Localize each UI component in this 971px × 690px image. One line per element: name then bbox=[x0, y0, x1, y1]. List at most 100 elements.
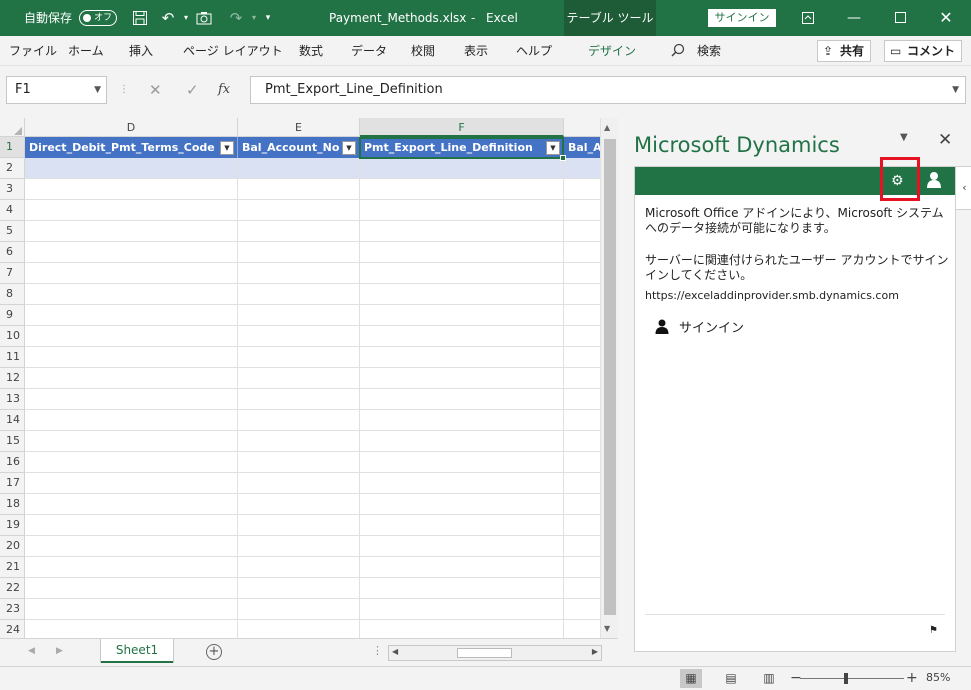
row-header[interactable]: 2 bbox=[0, 158, 25, 179]
tab-page-layout[interactable]: ページ レイアウト bbox=[183, 43, 283, 59]
row-header[interactable]: 7 bbox=[0, 263, 25, 284]
row-header[interactable]: 23 bbox=[0, 599, 25, 620]
row-header[interactable]: 20 bbox=[0, 536, 25, 557]
tab-insert[interactable]: 挿入 bbox=[129, 43, 153, 59]
row-header[interactable]: 16 bbox=[0, 452, 25, 473]
zoom-level[interactable]: 85% bbox=[926, 671, 950, 684]
autosave-toggle[interactable]: オフ bbox=[79, 10, 117, 26]
row-gridline bbox=[25, 472, 600, 473]
row-header[interactable]: 3 bbox=[0, 179, 25, 200]
undo-dropdown-icon[interactable]: ▾ bbox=[176, 8, 196, 28]
tab-formulas[interactable]: 数式 bbox=[299, 43, 323, 59]
insert-function-icon[interactable]: fx bbox=[218, 78, 230, 102]
scroll-up-icon[interactable]: ▲ bbox=[604, 122, 610, 134]
horizontal-scrollbar[interactable]: ◀ ▶ bbox=[388, 645, 602, 661]
zoom-slider[interactable] bbox=[800, 678, 904, 679]
select-all-corner[interactable] bbox=[0, 118, 25, 137]
row-header[interactable]: 9 bbox=[0, 305, 25, 326]
prev-sheet-icon[interactable]: ◀ bbox=[28, 646, 35, 656]
scroll-left-icon[interactable]: ◀ bbox=[392, 647, 398, 656]
user-icon[interactable] bbox=[927, 171, 941, 189]
add-sheet-icon[interactable]: + bbox=[206, 644, 222, 660]
collapse-pane-icon[interactable]: ‹ bbox=[956, 166, 971, 210]
filter-dropdown-icon[interactable]: ▼ bbox=[342, 141, 356, 155]
row-header[interactable]: 15 bbox=[0, 431, 25, 452]
maximize-icon[interactable] bbox=[877, 0, 923, 36]
share-button[interactable]: ⇪ 共有 bbox=[817, 40, 872, 62]
close-icon[interactable]: ✕ bbox=[923, 0, 969, 36]
gear-icon[interactable]: ⚙ bbox=[891, 172, 904, 190]
worksheet-grid[interactable]: D E F Direct_Debit_Pmt_Terms_Code ▼ Bal_… bbox=[0, 118, 618, 638]
row-gridline bbox=[25, 556, 600, 557]
filter-dropdown-icon[interactable]: ▼ bbox=[220, 141, 234, 155]
table-header-cell[interactable]: Bal_A bbox=[564, 137, 600, 158]
page-layout-view-icon[interactable]: ▤ bbox=[720, 669, 742, 688]
row-header[interactable]: 4 bbox=[0, 200, 25, 221]
row-header[interactable]: 8 bbox=[0, 284, 25, 305]
column-header-d[interactable]: D bbox=[25, 118, 238, 137]
row-header[interactable]: 12 bbox=[0, 368, 25, 389]
pane-close-icon[interactable]: ✕ bbox=[938, 130, 952, 150]
selected-cell[interactable] bbox=[359, 137, 566, 161]
expand-formula-icon[interactable]: ▼ bbox=[952, 77, 959, 103]
tab-design[interactable]: デザイン bbox=[588, 43, 636, 59]
tab-home[interactable]: ホーム bbox=[68, 43, 104, 59]
row-header[interactable]: 18 bbox=[0, 494, 25, 515]
row-header[interactable]: 13 bbox=[0, 389, 25, 410]
table-header-cell[interactable]: Direct_Debit_Pmt_Terms_Code ▼ bbox=[25, 137, 238, 158]
status-bar: ▦ ▤ ▥ − + 85% bbox=[0, 666, 971, 690]
pane-options-icon[interactable]: ▼ bbox=[900, 132, 908, 143]
scroll-thumb[interactable] bbox=[457, 648, 512, 658]
ribbon-display-icon[interactable] bbox=[785, 0, 831, 36]
formula-input[interactable]: Pmt_Export_Line_Definition ▼ bbox=[250, 76, 966, 104]
scroll-right-icon[interactable]: ▶ bbox=[592, 647, 598, 656]
minimize-icon[interactable]: — bbox=[831, 0, 877, 36]
chevron-down-icon[interactable]: ▼ bbox=[94, 77, 101, 103]
comment-button[interactable]: ▭ コメント bbox=[884, 40, 963, 62]
sheet-tab-sheet1[interactable]: Sheet1 bbox=[101, 639, 173, 663]
row-header[interactable]: 5 bbox=[0, 221, 25, 242]
next-sheet-icon[interactable]: ▶ bbox=[56, 646, 63, 656]
row-header[interactable]: 24 bbox=[0, 620, 25, 638]
camera-icon[interactable] bbox=[194, 8, 214, 28]
tab-file[interactable]: ファイル bbox=[9, 43, 57, 59]
tab-view[interactable]: 表示 bbox=[464, 43, 488, 59]
vertical-scrollbar[interactable]: ▲ ▼ bbox=[600, 118, 618, 638]
undo-icon[interactable]: ↶ bbox=[158, 8, 178, 28]
scroll-down-icon[interactable]: ▼ bbox=[604, 623, 610, 635]
row-header[interactable]: 21 bbox=[0, 557, 25, 578]
row-header[interactable]: 6 bbox=[0, 242, 25, 263]
column-header-g[interactable] bbox=[564, 118, 600, 137]
search-icon[interactable] bbox=[671, 43, 685, 61]
zoom-in-icon[interactable]: + bbox=[906, 669, 918, 687]
row-gridline bbox=[25, 577, 600, 578]
name-box[interactable]: F1 ▼ bbox=[6, 76, 107, 104]
customize-quick-access-icon[interactable]: ▾ bbox=[258, 8, 278, 28]
scroll-thumb[interactable] bbox=[604, 139, 616, 615]
column-header-f[interactable]: F bbox=[360, 118, 564, 137]
search-label[interactable]: 検索 bbox=[697, 43, 721, 59]
page-break-view-icon[interactable]: ▥ bbox=[758, 669, 780, 688]
fill-handle[interactable] bbox=[560, 155, 566, 161]
column-header-e[interactable]: E bbox=[238, 118, 360, 137]
tab-help[interactable]: ヘルプ bbox=[516, 43, 552, 59]
tab-data[interactable]: データ bbox=[351, 43, 387, 59]
save-icon[interactable] bbox=[130, 8, 150, 28]
flag-icon[interactable]: ⚑ bbox=[929, 625, 938, 636]
row-header[interactable]: 11 bbox=[0, 347, 25, 368]
row-header[interactable]: 1 bbox=[0, 137, 25, 158]
signin-instruction: サーバーに関連付けられたユーザー アカウントでサインインしてください。 bbox=[645, 253, 949, 282]
row-header[interactable]: 19 bbox=[0, 515, 25, 536]
tab-review[interactable]: 校閲 bbox=[411, 43, 435, 59]
zoom-slider-thumb[interactable] bbox=[844, 673, 848, 684]
row-header[interactable]: 14 bbox=[0, 410, 25, 431]
signin-button[interactable]: サインイン bbox=[708, 9, 776, 27]
row-header[interactable]: 22 bbox=[0, 578, 25, 599]
table-header-cell[interactable]: Bal_Account_No ▼ bbox=[238, 137, 360, 158]
cancel-icon: ✕ bbox=[149, 81, 162, 99]
normal-view-icon[interactable]: ▦ bbox=[680, 669, 702, 688]
row-gridline bbox=[25, 451, 600, 452]
pane-signin-link[interactable]: サインイン bbox=[655, 319, 744, 338]
row-header[interactable]: 17 bbox=[0, 473, 25, 494]
row-header[interactable]: 10 bbox=[0, 326, 25, 347]
